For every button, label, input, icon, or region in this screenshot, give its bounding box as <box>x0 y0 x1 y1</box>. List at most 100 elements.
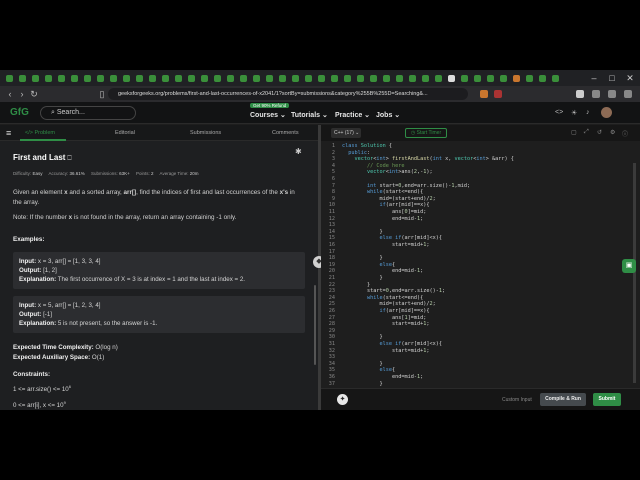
scrollbar[interactable] <box>633 163 636 383</box>
lightbulb-icon[interactable]: ✦ <box>337 394 348 405</box>
fullscreen-icon[interactable]: ⤢ <box>584 129 589 136</box>
line-number: 35 <box>328 367 335 374</box>
tab-favicon-icon[interactable] <box>305 74 312 82</box>
tab-favicon-icon[interactable] <box>240 74 247 82</box>
bookmark-icon[interactable]: ⎕ <box>65 155 71 162</box>
line-number: 22 <box>328 281 335 288</box>
tab-favicon-icon[interactable] <box>448 74 455 82</box>
hamburger-icon[interactable]: ≡ <box>6 128 11 138</box>
tab-favicon-icon[interactable] <box>6 74 13 82</box>
difficulty-label: Difficulty: <box>13 171 32 176</box>
menu-practice[interactable]: Practice ⌄ <box>335 111 370 119</box>
close-window-button[interactable]: ✕ <box>622 70 638 86</box>
menu-icon[interactable] <box>624 90 632 98</box>
tab-favicon-icon[interactable] <box>32 74 39 82</box>
forward-icon[interactable]: › <box>16 89 28 99</box>
promo-badge[interactable]: Get 90% Refund <box>250 103 290 108</box>
line-number: 18 <box>328 255 335 262</box>
tab-favicon-icon[interactable] <box>149 74 156 82</box>
reload-icon[interactable]: ↻ <box>28 89 40 100</box>
info-icon[interactable]: ⓘ <box>622 129 628 138</box>
scrollbar[interactable] <box>314 285 316 365</box>
tab-favicon-icon[interactable] <box>19 74 26 82</box>
menu-jobs[interactable]: Jobs ⌄ <box>376 111 400 119</box>
tab-problem[interactable]: </> Problem <box>25 130 55 136</box>
tab-favicon-icon[interactable] <box>435 74 442 82</box>
minimize-button[interactable]: – <box>586 70 602 86</box>
tab-favicon-icon[interactable] <box>71 74 78 82</box>
tab-editorial[interactable]: Editorial <box>115 130 135 136</box>
gfg-logo[interactable]: GfG <box>10 107 29 118</box>
profile-icon[interactable] <box>608 90 616 98</box>
theme-toggle-icon[interactable]: ☀ <box>571 109 579 117</box>
tab-favicon-icon[interactable] <box>292 74 299 82</box>
code-line: end=mid-1; <box>342 374 424 380</box>
tab-favicon-icon[interactable] <box>162 74 169 82</box>
tab-favicon-icon[interactable] <box>409 74 416 82</box>
tab-favicon-icon[interactable] <box>227 74 234 82</box>
address-bar[interactable]: geeksforgeeks.org/problems/first-and-las… <box>108 88 468 100</box>
extension-icon[interactable] <box>494 90 502 98</box>
tab-favicon-icon[interactable] <box>487 74 494 82</box>
search-input[interactable]: ⌕ Search... <box>40 106 136 120</box>
tab-favicon-icon[interactable] <box>357 74 364 82</box>
tab-favicon-icon[interactable] <box>97 74 104 82</box>
tab-favicon-icon[interactable] <box>396 74 403 82</box>
code-line: } <box>342 281 371 288</box>
output-label: Output: <box>19 310 42 318</box>
tab-favicon-icon[interactable] <box>279 74 286 82</box>
settings-icon[interactable]: ⚙ <box>610 129 615 136</box>
menu-tutorials[interactable]: Tutorials ⌄ <box>291 111 328 119</box>
line-number: 2 <box>331 149 335 156</box>
chat-icon[interactable]: ▣ <box>622 259 636 273</box>
maximize-button[interactable]: □ <box>604 70 620 86</box>
tab-favicon-icon[interactable] <box>513 74 520 82</box>
tab-favicon-icon[interactable] <box>370 74 377 82</box>
menu-courses[interactable]: Courses ⌄ <box>250 111 286 119</box>
tab-favicon-icon[interactable] <box>201 74 208 82</box>
tab-favicon-icon[interactable] <box>84 74 91 82</box>
bookmark-icon[interactable]: ▯ <box>96 89 108 100</box>
code-icon[interactable]: <> <box>555 109 563 117</box>
sidebar-icon[interactable] <box>576 90 584 98</box>
avatar[interactable] <box>601 107 612 118</box>
tab-favicon-icon[interactable] <box>58 74 65 82</box>
start-timer-button[interactable]: ◷ Start Timer <box>405 128 447 138</box>
language-select[interactable]: C++ (17) ⌄ <box>331 128 361 138</box>
tab-favicon-icon[interactable] <box>383 74 390 82</box>
tab-favicon-icon[interactable] <box>474 74 481 82</box>
tab-favicon-icon[interactable] <box>422 74 429 82</box>
tab-favicon-icon[interactable] <box>318 74 325 82</box>
copy-icon[interactable]: ▢ <box>571 129 577 136</box>
bell-icon[interactable]: ♪ <box>586 109 594 117</box>
tab-favicon-icon[interactable] <box>500 74 507 82</box>
tab-favicon-icon[interactable] <box>539 74 546 82</box>
download-icon[interactable] <box>592 90 600 98</box>
extension-icon[interactable] <box>480 90 488 98</box>
tab-favicon-icon[interactable] <box>214 74 221 82</box>
back-icon[interactable]: ‹ <box>4 89 16 99</box>
code-line: vector<int> firstAndLast(int x, vector<i… <box>354 156 514 163</box>
tab-favicon-icon[interactable] <box>136 74 143 82</box>
tab-favicon-icon[interactable] <box>123 74 130 82</box>
tab-favicon-icon[interactable] <box>45 74 52 82</box>
tab-favicon-icon[interactable] <box>552 74 559 82</box>
tab-favicon-icon[interactable] <box>526 74 533 82</box>
tab-comments[interactable]: Comments <box>272 130 299 136</box>
custom-input-toggle[interactable]: Custom Input <box>502 397 532 403</box>
tab-favicon-icon[interactable] <box>344 74 351 82</box>
tab-favicon-icon[interactable] <box>188 74 195 82</box>
tab-favicon-icon[interactable] <box>175 74 182 82</box>
reset-icon[interactable]: ↺ <box>597 129 602 136</box>
code-line: vector<int>ans(2,-1); <box>367 169 433 176</box>
code-area[interactable]: 1 2 3 4 5 6 7 8 9 10 11 12 13 14 15 16 17 18 19 20 21 22 23 24 2… <box>321 143 640 388</box>
tab-favicon-icon[interactable] <box>253 74 260 82</box>
tab-favicon-icon[interactable] <box>461 74 468 82</box>
compile-run-button[interactable]: Compile & Run <box>540 393 586 406</box>
tab-submissions[interactable]: Submissions <box>190 130 221 136</box>
submit-button[interactable]: Submit <box>593 393 621 406</box>
tab-favicon-icon[interactable] <box>331 74 338 82</box>
bug-icon[interactable]: ✱ <box>295 147 302 156</box>
tab-favicon-icon[interactable] <box>266 74 273 82</box>
tab-favicon-icon[interactable] <box>110 74 117 82</box>
